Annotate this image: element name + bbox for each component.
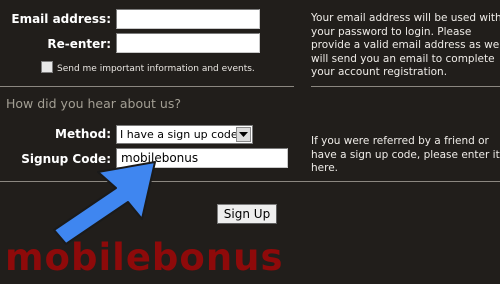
method-select[interactable]: I have a sign up code xyxy=(116,125,253,144)
newsletter-label: Send me important information and events… xyxy=(57,64,255,74)
newsletter-checkbox[interactable] xyxy=(41,61,53,73)
referral-info-text: If you were referred by a friend or have… xyxy=(311,135,500,174)
reenter-email-label: Re-enter: xyxy=(47,37,111,51)
email-info-text: Your email address will be used with you… xyxy=(311,12,500,78)
method-label: Method: xyxy=(55,127,111,141)
watermark-logo: mobilebonus xyxy=(5,236,284,279)
divider-top-right xyxy=(311,86,500,87)
signup-form-page: Email address: Re-enter: Send me importa… xyxy=(0,0,500,284)
signup-button[interactable]: Sign Up xyxy=(217,204,277,224)
reenter-email-input[interactable] xyxy=(116,33,260,53)
section-title: How did you hear about us? xyxy=(6,96,181,111)
pointer-arrow-icon xyxy=(53,161,156,245)
email-address-input[interactable] xyxy=(116,9,260,29)
divider-top xyxy=(0,86,294,87)
chevron-down-icon[interactable] xyxy=(236,127,251,142)
email-address-label: Email address: xyxy=(11,12,111,26)
method-selected-value: I have a sign up code xyxy=(120,128,238,141)
